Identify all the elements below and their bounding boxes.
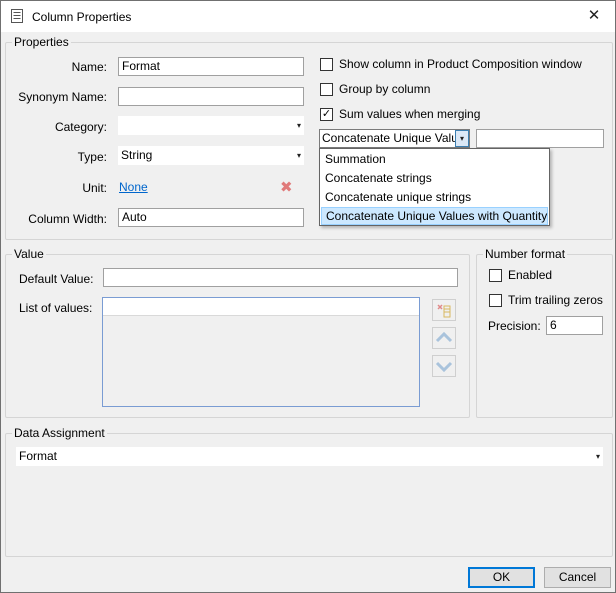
move-down-button[interactable]: [432, 355, 456, 377]
synonym-name-label: Synonym Name:: [18, 90, 107, 104]
type-label: Type:: [77, 150, 107, 164]
chevron-down-icon: ▾: [595, 452, 600, 461]
data-assignment-legend: Data Assignment: [12, 426, 107, 440]
merge-option-concatenate-strings[interactable]: Concatenate strings: [321, 169, 548, 187]
window-title: Column Properties: [32, 10, 132, 24]
type-value: String: [121, 148, 153, 162]
delete-value-button[interactable]: [432, 299, 456, 321]
column-width-input[interactable]: Auto: [118, 208, 304, 227]
arrow-down-icon: [435, 361, 453, 373]
document-icon: [11, 9, 23, 23]
properties-legend: Properties: [12, 35, 71, 49]
show-column-checkbox[interactable]: [320, 58, 333, 71]
merge-mode-dropdown-list: Summation Concatenate strings Concatenat…: [319, 148, 550, 226]
name-input[interactable]: Format: [118, 57, 304, 76]
synonym-name-input[interactable]: [118, 87, 304, 106]
merge-option-summation[interactable]: Summation: [321, 150, 548, 168]
delete-list-icon: [437, 304, 451, 318]
sum-values-label: Sum values when merging: [339, 107, 481, 121]
chevron-down-icon: ▾: [296, 121, 301, 130]
value-legend: Value: [12, 247, 46, 261]
group-by-label: Group by column: [339, 82, 431, 96]
chevron-down-icon: ▾: [296, 151, 301, 160]
merge-extra-input[interactable]: [476, 129, 604, 148]
column-width-label: Column Width:: [28, 212, 107, 226]
title-bar: Column Properties ✕: [1, 1, 615, 32]
merge-option-unique-values-quantity[interactable]: Concatenate Unique Values with Quantity: [321, 207, 548, 225]
unit-link[interactable]: None: [119, 180, 148, 194]
show-column-label: Show column in Product Composition windo…: [339, 57, 582, 71]
merge-mode-value: Concatenate Unique Valu: [322, 131, 458, 145]
precision-input[interactable]: 6: [546, 316, 603, 335]
merge-option-concatenate-unique-strings[interactable]: Concatenate unique strings: [321, 188, 548, 206]
data-assignment-select[interactable]: Format ▾: [16, 447, 603, 466]
checkmark-icon: ✓: [321, 108, 332, 120]
list-of-values-label: List of values:: [19, 301, 93, 315]
category-label: Category:: [54, 120, 107, 134]
category-select[interactable]: ▾: [118, 116, 304, 135]
merge-mode-dropdown-button[interactable]: ▾: [455, 130, 469, 147]
delete-unit-icon[interactable]: ✖: [280, 178, 293, 196]
group-by-checkbox[interactable]: [320, 83, 333, 96]
list-item[interactable]: [103, 298, 419, 316]
data-assignment-value: Format: [19, 449, 58, 463]
close-icon[interactable]: ✕: [579, 5, 609, 27]
unit-label: Unit:: [82, 181, 107, 195]
default-value-input[interactable]: [103, 268, 458, 287]
merge-mode-select[interactable]: Concatenate Unique Valu: [319, 129, 470, 148]
enabled-checkbox[interactable]: [489, 269, 502, 282]
default-value-label: Default Value:: [19, 272, 94, 286]
name-label: Name:: [71, 60, 107, 74]
arrow-up-icon: [435, 331, 453, 343]
trim-trailing-zeros-checkbox[interactable]: [489, 294, 502, 307]
precision-label: Precision:: [488, 319, 541, 333]
ok-button[interactable]: OK: [468, 567, 535, 588]
type-select[interactable]: String ▾: [118, 146, 304, 165]
trim-trailing-zeros-label: Trim trailing zeros: [508, 293, 603, 307]
cancel-button[interactable]: Cancel: [544, 567, 611, 588]
move-up-button[interactable]: [432, 327, 456, 349]
number-format-legend: Number format: [483, 247, 568, 261]
sum-values-checkbox[interactable]: ✓: [320, 108, 333, 121]
column-properties-dialog: Column Properties ✕ Properties Name: For…: [0, 0, 616, 593]
enabled-label: Enabled: [508, 268, 553, 282]
list-of-values-listbox[interactable]: [102, 297, 420, 407]
